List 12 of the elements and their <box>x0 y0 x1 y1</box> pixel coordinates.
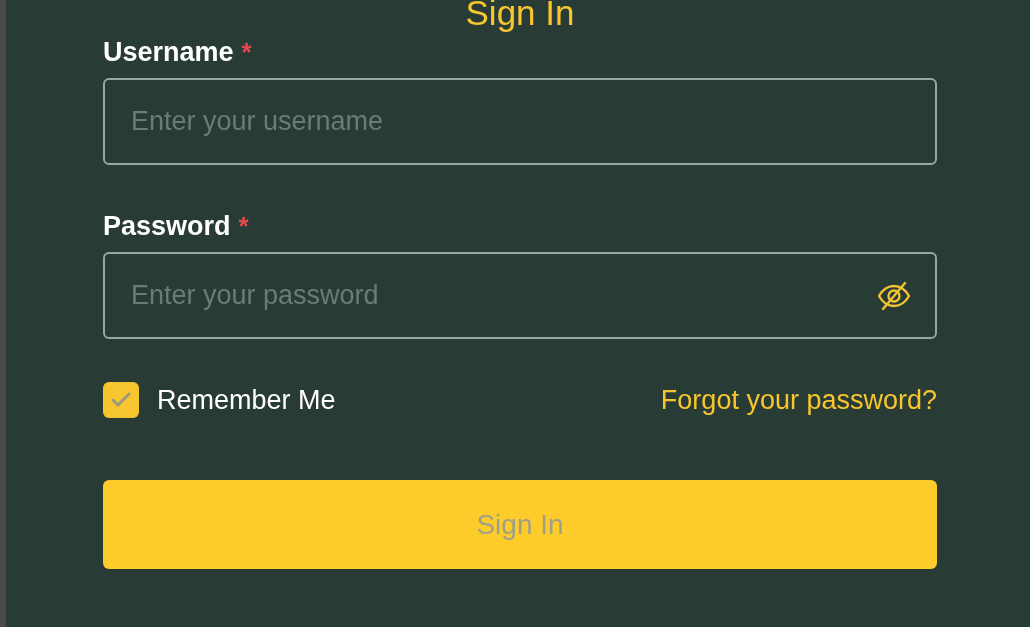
input-field[interactable]: Enter your password <box>103 252 937 339</box>
required-mark: * <box>238 210 249 242</box>
required-mark: * <box>241 36 252 68</box>
field-label: Username <box>103 36 234 68</box>
eye-hidden-icon[interactable] <box>876 280 912 312</box>
checkbox-label: Remember Me <box>157 384 336 416</box>
checkbox[interactable] <box>103 382 139 418</box>
form-title: Sign In <box>464 0 576 33</box>
check-icon <box>110 391 132 409</box>
field-label: Password <box>103 210 231 242</box>
input-field[interactable]: Enter your username <box>103 78 937 165</box>
forgot-password-link[interactable]: Forgot your password? <box>660 384 937 416</box>
